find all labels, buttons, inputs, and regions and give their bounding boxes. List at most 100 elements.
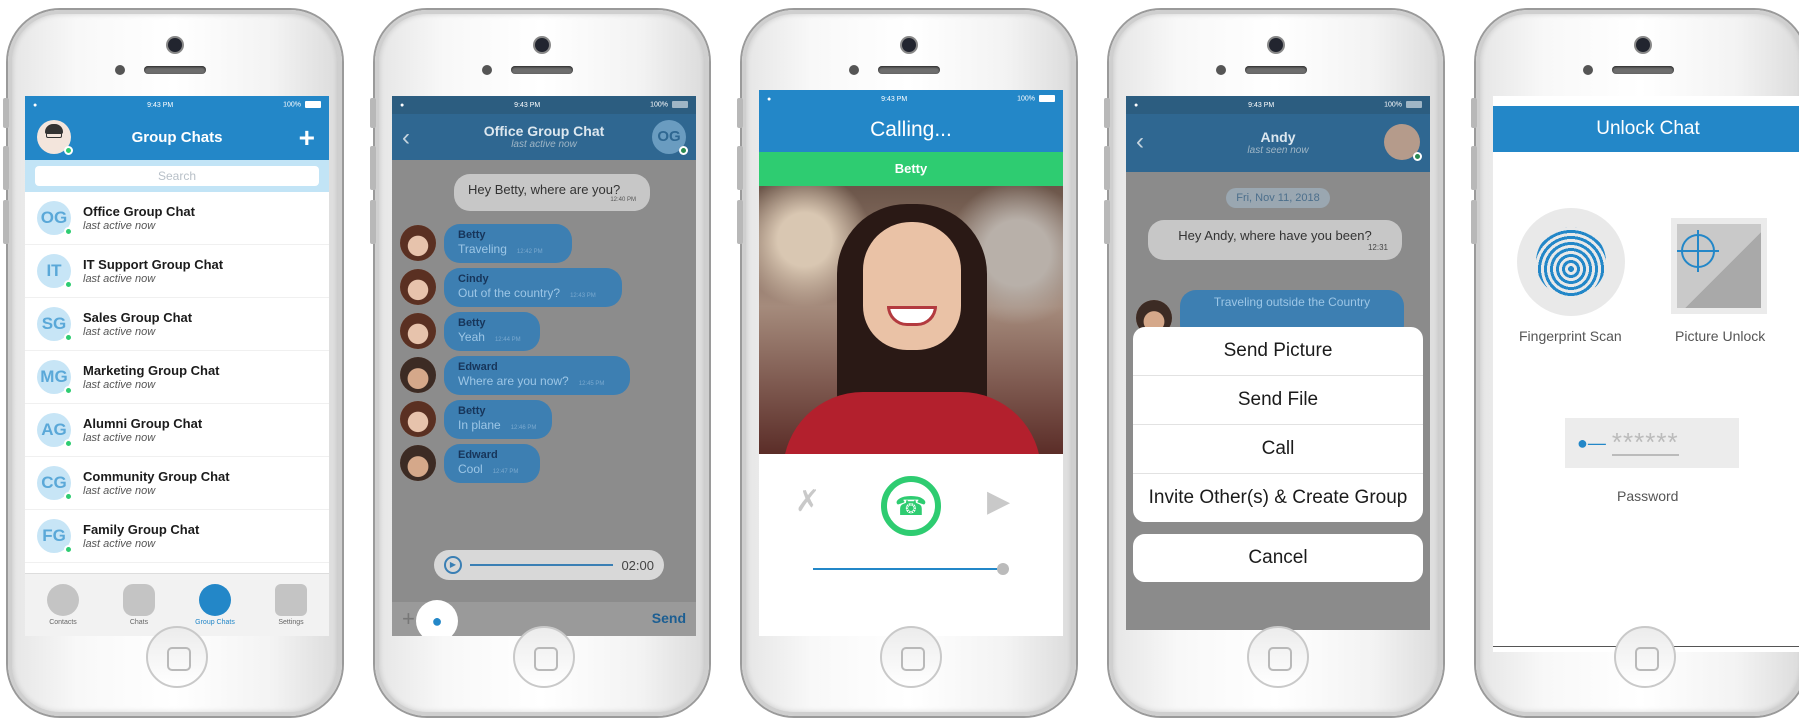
user-avatar[interactable] <box>37 120 73 155</box>
battery-icon <box>1039 95 1055 103</box>
navbar: Group Chats + <box>25 114 329 160</box>
microphone-icon[interactable]: ● <box>416 600 458 636</box>
chat-title: Andy <box>1260 129 1296 146</box>
list-item[interactable]: SG Sales Group Chat last active now <box>25 298 329 351</box>
avatar <box>400 269 436 306</box>
send-picture-option[interactable]: Send Picture <box>1133 327 1423 376</box>
group-last-active: last active now <box>83 273 156 285</box>
battery-percent: 100% <box>1384 101 1402 109</box>
online-indicator <box>64 146 73 155</box>
avatar <box>400 445 436 482</box>
proximity-sensor <box>115 65 125 75</box>
list-item[interactable]: CG Community Group Chat last active now <box>25 457 329 510</box>
list-item[interactable]: FG Family Group Chat last active now <box>25 510 329 563</box>
tab-settings[interactable]: Settings <box>261 584 321 626</box>
picture-unlock-label: Picture Unlock <box>1675 328 1766 344</box>
home-button[interactable] <box>1614 626 1676 688</box>
waveform <box>470 564 614 566</box>
message-bubble: Cindy Out of the country? 12:43 PM <box>444 268 622 307</box>
earpiece-speaker <box>1612 66 1674 74</box>
chat-subtitle: last active now <box>511 139 577 151</box>
mute-microphone-icon[interactable]: ✗ <box>795 484 820 519</box>
wifi-icon: ● <box>400 101 405 109</box>
front-camera <box>1636 38 1650 52</box>
status-bar: ● 9:43 PM 100% <box>759 90 1063 108</box>
message-area: Fri, Nov 11, 2018 Hey Andy, where have y… <box>1126 172 1430 630</box>
chat-subtitle: last seen now <box>1247 145 1309 157</box>
earpiece-speaker <box>1245 66 1307 74</box>
list-item[interactable]: IT IT Support Group Chat last active now <box>25 245 329 298</box>
chats-icon <box>123 584 155 616</box>
proximity-sensor <box>1583 65 1593 75</box>
list-item[interactable]: OG Office Group Chat last active now <box>25 192 329 245</box>
list-item[interactable]: MG Marketing Group Chat last active now <box>25 351 329 404</box>
password-mask: ****** <box>1611 427 1679 457</box>
message-row: Betty Yeah 12:44 PM <box>400 312 540 351</box>
call-option[interactable]: Call <box>1133 425 1423 474</box>
tab-chats[interactable]: Chats <box>109 584 169 626</box>
message-bubble: Betty Yeah 12:44 PM <box>444 312 540 351</box>
group-avatar[interactable]: OG <box>652 120 688 155</box>
back-chevron-icon[interactable]: ‹ <box>402 124 410 152</box>
crosshair-icon <box>1677 230 1719 272</box>
message-bubble: Edward Cool 12:47 PM <box>444 444 540 483</box>
cancel-button[interactable]: Cancel <box>1133 534 1423 582</box>
play-icon[interactable]: ▶ <box>444 556 462 574</box>
list-item[interactable]: AG Alumni Group Chat last active now <box>25 404 329 457</box>
home-button[interactable] <box>146 626 208 688</box>
screen-office-chat: ● 9:43 PM 100% ‹ Office Group Chat last … <box>392 96 696 636</box>
message-area: Hey Betty, where are you? 12:40 PM Betty… <box>392 160 696 636</box>
send-button[interactable]: Send <box>652 610 686 626</box>
search-input[interactable]: Search <box>35 166 319 186</box>
avatar <box>400 357 436 394</box>
tab-contacts[interactable]: Contacts <box>33 584 93 626</box>
wifi-icon: ● <box>33 101 38 109</box>
battery-icon <box>672 101 688 109</box>
group-last-active: last active now <box>83 485 156 497</box>
group-name: Alumni Group Chat <box>83 416 203 431</box>
date-chip: Fri, Nov 11, 2018 <box>1226 188 1330 208</box>
end-call-icon[interactable]: ☎ <box>881 476 941 536</box>
screen-group-chats: ● 9:43 PM 100% Group Chats + Search OG O… <box>25 96 329 636</box>
back-chevron-icon[interactable]: ‹ <box>1136 128 1144 156</box>
home-button[interactable] <box>880 626 942 688</box>
voice-message[interactable]: ▶ 02:00 <box>434 550 664 580</box>
password-field[interactable]: ●— ****** <box>1565 418 1739 468</box>
group-name: IT Support Group Chat <box>83 257 224 272</box>
battery-percent: 100% <box>650 101 668 109</box>
home-button[interactable] <box>1247 626 1309 688</box>
plus-icon[interactable]: + <box>299 122 315 154</box>
message-row: Cindy Out of the country? 12:43 PM <box>400 268 622 307</box>
action-sheet: Send Picture Send File Call Invite Other… <box>1133 327 1423 582</box>
picture-unlock-icon[interactable] <box>1671 218 1767 314</box>
speaker-icon[interactable]: ▶ <box>987 484 1010 519</box>
group-name: Marketing Group Chat <box>83 363 220 378</box>
settings-icon <box>275 584 307 616</box>
group-last-active: last active now <box>83 538 156 550</box>
group-name: Office Group Chat <box>83 204 195 219</box>
plus-icon[interactable]: + <box>402 606 415 632</box>
navbar: ‹ Andy last seen now <box>1126 114 1430 172</box>
battery-icon <box>305 101 321 109</box>
earpiece-speaker <box>511 66 573 74</box>
home-button[interactable] <box>513 626 575 688</box>
contact-avatar[interactable] <box>1384 124 1422 161</box>
message-bubble: Edward Where are you now? 12:45 PM <box>444 356 630 395</box>
proximity-sensor <box>482 65 492 75</box>
front-camera <box>1269 38 1283 52</box>
invite-create-group-option[interactable]: Invite Other(s) & Create Group <box>1133 474 1423 522</box>
earpiece-speaker <box>144 66 206 74</box>
phone-frame-unlock: Unlock Chat Fingerprint Scan Picture Unl… <box>1471 10 1799 716</box>
callee-photo <box>759 186 1063 454</box>
message-bubble: Betty In plane 12:46 PM <box>444 400 552 439</box>
status-bar: ● 9:43 PM 100% <box>1126 96 1430 114</box>
fingerprint-icon[interactable] <box>1517 208 1625 316</box>
avatar <box>400 401 436 438</box>
tab-group-chats[interactable]: Group Chats <box>185 584 245 626</box>
callee-name: Betty <box>759 152 1063 186</box>
send-file-option[interactable]: Send File <box>1133 376 1423 425</box>
status-time: 9:43 PM <box>514 101 541 109</box>
wifi-icon: ● <box>767 95 772 103</box>
status-bar: ● 9:43 PM 100% <box>392 96 696 114</box>
volume-slider[interactable] <box>813 563 1009 575</box>
